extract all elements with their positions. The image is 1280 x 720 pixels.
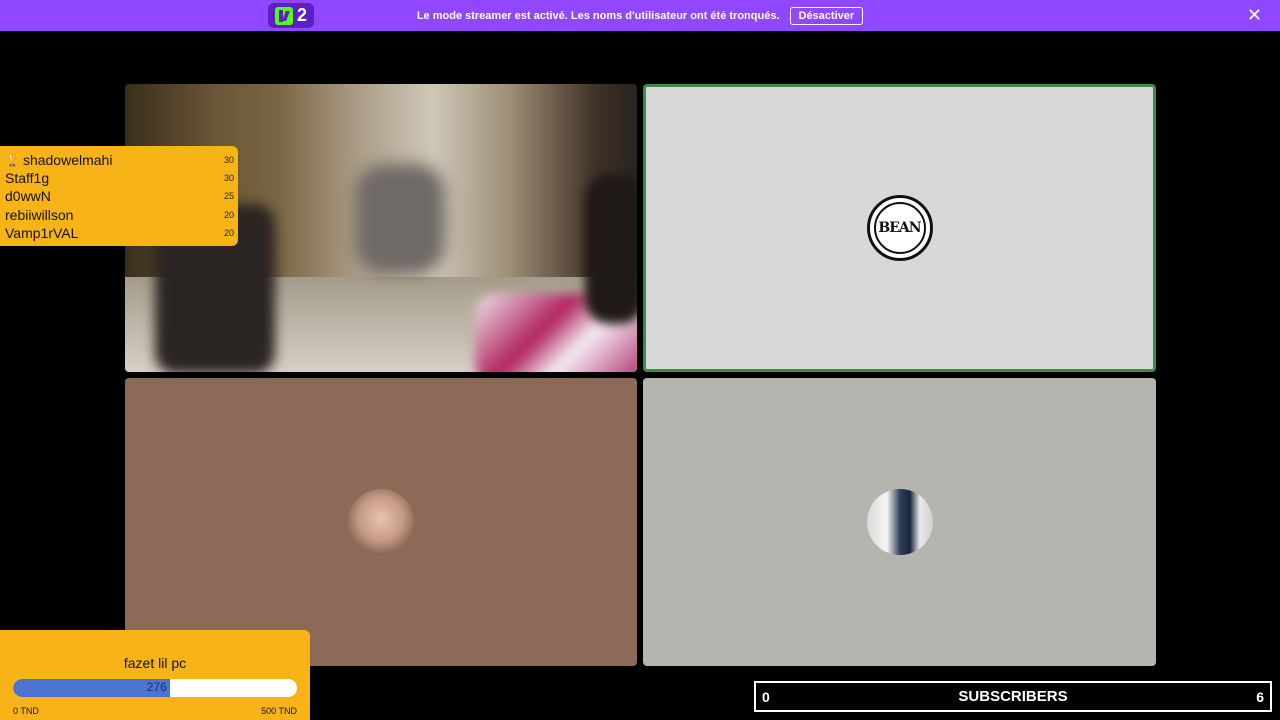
subscribers-counter: 0 SUBSCRIBERS 6 <box>754 681 1272 712</box>
leaderboard-row: d0wwN 25 <box>5 187 234 205</box>
subscribers-right-value: 6 <box>1256 688 1264 705</box>
leaderboard: 🏆 shadowelmahi 30 Staff1g 30 d0wwN 25 reb… <box>0 146 238 246</box>
leaderboard-name: rebiiwillson <box>5 206 74 223</box>
leaderboard-name: 🏆 shadowelmahi <box>5 152 113 169</box>
goal-max-label: 500 TND <box>261 706 297 716</box>
goal-current-value: 276 <box>146 680 167 694</box>
kick-logo: 2 <box>268 3 314 28</box>
goal-progress-fill: 276 <box>13 679 170 697</box>
kick-k-icon <box>274 6 293 25</box>
close-icon[interactable]: ✕ <box>1247 6 1262 24</box>
leaderboard-name: Staff1g <box>5 170 50 187</box>
goal-progress-bar: 276 <box>13 679 297 697</box>
leaderboard-score: 30 <box>223 155 234 166</box>
participant-tile-bean[interactable]: BEAN <box>643 84 1156 372</box>
subscribers-left-value: 0 <box>762 688 770 705</box>
leaderboard-score: 30 <box>223 173 234 184</box>
participant-tile-photo[interactable] <box>643 378 1156 666</box>
trophy-icon: 🏆 <box>5 153 20 168</box>
donation-goal: fazet lil pc 0 TND 500 TND <box>0 630 310 720</box>
leaderboard-score: 20 <box>223 209 234 220</box>
leaderboard-score: 25 <box>223 191 234 202</box>
subscribers-label: SUBSCRIBERS <box>958 688 1068 705</box>
avatar <box>866 489 933 555</box>
bean-logo: BEAN <box>873 202 926 254</box>
leaderboard-row: Staff1g 30 <box>5 169 234 187</box>
goal-min-label: 0 TND <box>13 706 39 716</box>
deactivate-button[interactable]: Désactiver <box>789 6 864 25</box>
leaderboard-name: d0wwN <box>5 188 51 205</box>
banner-message: Le mode streamer est activé. Les noms d'… <box>416 9 780 22</box>
leaderboard-row: rebiiwillson 20 <box>5 206 234 224</box>
participant-tile-face[interactable] <box>125 378 637 666</box>
leaderboard-row: Vamp1rVAL 20 <box>5 224 234 242</box>
leaderboard-row: 🏆 shadowelmahi 30 <box>5 151 234 169</box>
camera-blur-object <box>355 164 445 274</box>
leaderboard-score: 20 <box>223 227 234 238</box>
camera-blur-object <box>585 174 637 324</box>
leaderboard-name: Vamp1rVAL <box>5 224 79 241</box>
avatar <box>348 489 414 555</box>
avatar: BEAN <box>866 195 933 261</box>
goal-title: fazet lil pc <box>123 655 187 671</box>
streamer-mode-banner: 2 Le mode streamer est activé. Les noms … <box>0 0 1280 31</box>
logo-number: 2 <box>296 5 307 25</box>
